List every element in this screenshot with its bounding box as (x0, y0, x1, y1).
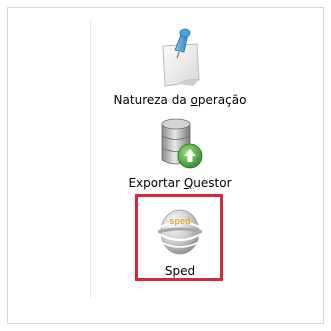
database-export-icon (161, 118, 203, 169)
sped-label: Sped (164, 264, 196, 278)
exportar-questor-button[interactable]: Exportar Questor (90, 116, 270, 194)
svg-text:sped: sped (169, 216, 190, 226)
natureza-operacao-label: Natureza da operação (113, 93, 247, 107)
exportar-questor-label: Exportar Questor (128, 176, 232, 190)
natureza-operacao-button[interactable]: Natureza da operação (90, 28, 270, 110)
sped-globe-icon: sped (157, 209, 203, 255)
sticky-note-pin-icon (162, 28, 200, 87)
sped-button[interactable]: sped Sped (90, 194, 270, 286)
